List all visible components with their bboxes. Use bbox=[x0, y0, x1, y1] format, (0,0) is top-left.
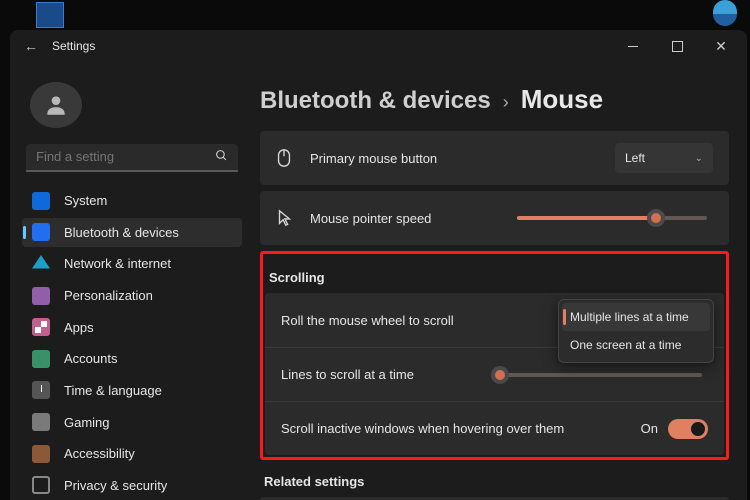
nav-list: System Bluetooth & devices Network & int… bbox=[22, 186, 242, 500]
back-button[interactable]: ← bbox=[24, 38, 44, 54]
display-icon bbox=[32, 192, 50, 210]
nav-time-language[interactable]: Time & language bbox=[22, 376, 242, 406]
slider-thumb[interactable] bbox=[647, 209, 665, 227]
bluetooth-icon bbox=[32, 223, 50, 241]
primary-button-label: Primary mouse button bbox=[310, 151, 615, 166]
scrolling-heading: Scrolling bbox=[269, 270, 724, 285]
wheel-dropdown-menu: Multiple lines at a time One screen at a… bbox=[558, 299, 714, 363]
nav-system[interactable]: System bbox=[22, 186, 242, 216]
desktop-edge-icon[interactable] bbox=[710, 0, 740, 28]
pointer-speed-label: Mouse pointer speed bbox=[310, 211, 517, 226]
dropdown-value: Left bbox=[625, 151, 645, 165]
mouse-icon bbox=[276, 148, 294, 168]
primary-button-card: Primary mouse button Left ⌄ bbox=[260, 131, 729, 185]
toggle-state-text: On bbox=[641, 421, 658, 436]
chevron-down-icon: ⌄ bbox=[695, 153, 703, 164]
nav-personalization[interactable]: Personalization bbox=[22, 281, 242, 311]
desktop-file-icon[interactable] bbox=[36, 2, 64, 28]
window-controls: ✕ bbox=[611, 31, 743, 61]
nav-network[interactable]: Network & internet bbox=[22, 249, 242, 279]
gamepad-icon bbox=[32, 413, 50, 431]
nav-accounts[interactable]: Accounts bbox=[22, 344, 242, 374]
wheel-option-multiple-lines[interactable]: Multiple lines at a time bbox=[562, 303, 710, 331]
search-icon bbox=[215, 149, 228, 165]
sidebar: System Bluetooth & devices Network & int… bbox=[10, 62, 248, 500]
nav-gaming[interactable]: Gaming bbox=[22, 407, 242, 437]
breadcrumb: Bluetooth & devices › Mouse bbox=[260, 84, 729, 115]
nav-bluetooth-devices[interactable]: Bluetooth & devices bbox=[22, 218, 242, 248]
user-avatar[interactable] bbox=[30, 82, 82, 128]
inactive-row: Scroll inactive windows when hovering ov… bbox=[265, 401, 724, 455]
pointer-speed-card: Mouse pointer speed bbox=[260, 191, 729, 245]
lines-slider[interactable] bbox=[492, 373, 702, 377]
wheel-option-one-screen[interactable]: One screen at a time bbox=[562, 331, 710, 359]
scrolling-card: Roll the mouse wheel to scroll Multiple … bbox=[265, 293, 724, 455]
search-box[interactable] bbox=[26, 144, 238, 172]
wheel-row: Roll the mouse wheel to scroll Multiple … bbox=[265, 293, 724, 347]
content-pane: Bluetooth & devices › Mouse Primary mous… bbox=[248, 62, 747, 500]
lines-label: Lines to scroll at a time bbox=[281, 367, 492, 382]
related-heading: Related settings bbox=[264, 474, 729, 489]
chevron-right-icon: › bbox=[503, 92, 509, 113]
nav-accessibility[interactable]: Accessibility bbox=[22, 439, 242, 469]
accessibility-icon bbox=[32, 445, 50, 463]
inactive-windows-toggle[interactable] bbox=[668, 419, 708, 439]
breadcrumb-parent[interactable]: Bluetooth & devices bbox=[260, 87, 491, 115]
inactive-label: Scroll inactive windows when hovering ov… bbox=[281, 421, 641, 436]
minimize-button[interactable] bbox=[611, 31, 655, 61]
clock-icon bbox=[32, 381, 50, 399]
wifi-icon bbox=[32, 255, 50, 273]
brush-icon bbox=[32, 287, 50, 305]
titlebar: ← Settings ✕ bbox=[10, 30, 747, 62]
slider-thumb[interactable] bbox=[491, 366, 509, 384]
scrolling-highlight: Scrolling Roll the mouse wheel to scroll… bbox=[260, 251, 729, 460]
nav-apps[interactable]: Apps bbox=[22, 312, 242, 342]
account-icon bbox=[32, 350, 50, 368]
primary-button-dropdown[interactable]: Left ⌄ bbox=[615, 143, 713, 173]
window-title: Settings bbox=[52, 39, 95, 53]
nav-privacy[interactable]: Privacy & security bbox=[22, 470, 242, 500]
grid-icon bbox=[32, 318, 50, 336]
cursor-icon bbox=[276, 209, 294, 227]
maximize-button[interactable] bbox=[655, 31, 699, 61]
shield-icon bbox=[32, 476, 50, 494]
person-icon bbox=[43, 92, 69, 118]
close-button[interactable]: ✕ bbox=[699, 31, 743, 61]
page-title: Mouse bbox=[521, 84, 603, 115]
search-input[interactable] bbox=[36, 149, 215, 164]
pointer-speed-slider[interactable] bbox=[517, 216, 707, 220]
settings-window: ← Settings ✕ System Bluetooth & devices … bbox=[10, 30, 747, 500]
